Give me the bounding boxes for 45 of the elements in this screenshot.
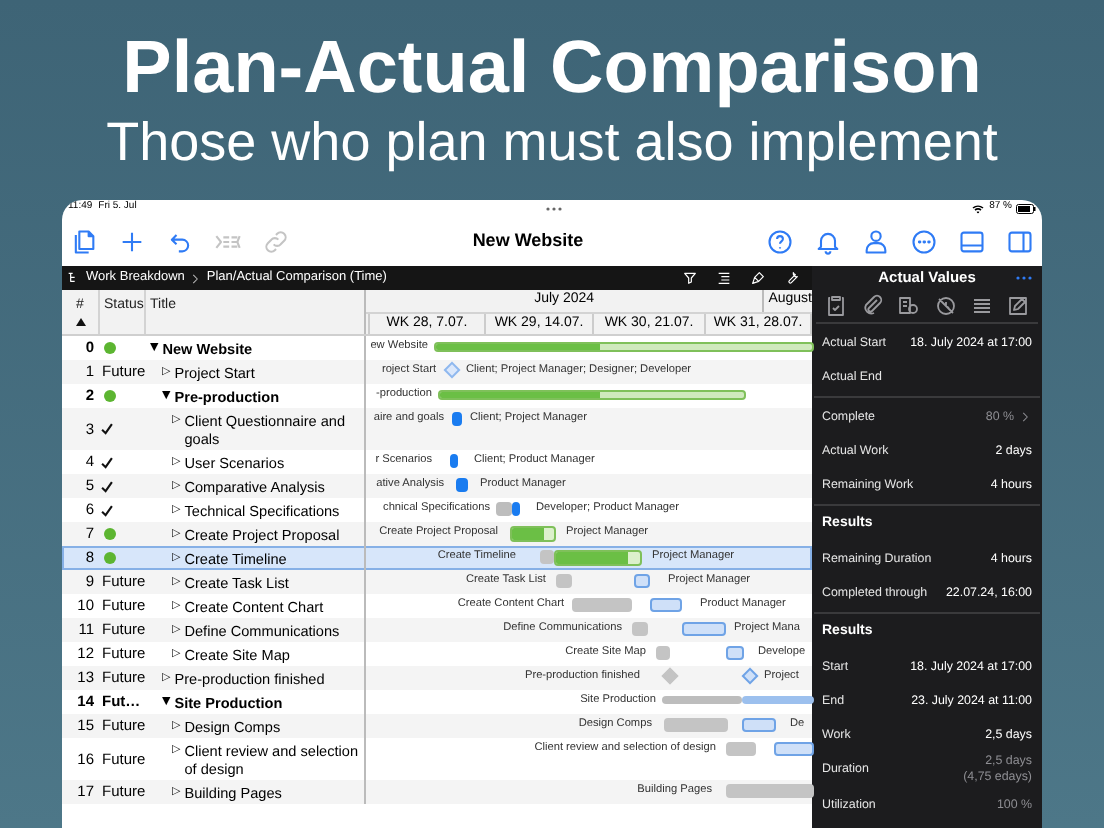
clipboard-check-icon[interactable] [824, 294, 848, 318]
headline-subtitle: Those who plan must also implement [106, 110, 998, 174]
task-bar [572, 598, 632, 612]
task-bar [632, 622, 648, 636]
paperclip-icon[interactable] [860, 294, 885, 318]
task-bar [726, 784, 814, 798]
battery-icon [1016, 203, 1036, 213]
chevron-icon[interactable] [1018, 410, 1032, 424]
sort-ascending-icon[interactable] [75, 317, 85, 325]
task-bar [774, 742, 814, 756]
task-bar [556, 574, 572, 588]
document-title: New Website [472, 227, 584, 254]
side-panel-icon[interactable] [1006, 227, 1034, 255]
filter-icon[interactable] [682, 270, 698, 286]
progress-bar [510, 525, 556, 541]
task-bar [650, 598, 682, 612]
clock-crossed-icon[interactable] [933, 294, 958, 318]
task-bar [656, 646, 670, 660]
brush-icon[interactable] [750, 270, 766, 286]
wrench-icon[interactable] [784, 270, 800, 286]
task-bar [456, 478, 468, 492]
task-bar [634, 574, 650, 588]
task-bar [664, 718, 728, 732]
task-bar [452, 412, 462, 426]
add-icon[interactable] [118, 227, 146, 255]
list-icon[interactable] [969, 294, 994, 318]
progress-bar [554, 549, 642, 565]
chevron-icon[interactable] [188, 271, 203, 285]
list-icon[interactable] [716, 270, 732, 286]
multitasking-dots-icon[interactable] [543, 205, 564, 211]
bell-icon[interactable] [814, 227, 842, 255]
more-icon[interactable] [910, 227, 938, 255]
task-bar [450, 454, 458, 468]
person-icon[interactable] [862, 227, 890, 255]
task-bar [682, 622, 726, 636]
task-bar [726, 742, 756, 756]
bottom-panel-icon[interactable] [958, 227, 986, 255]
task-bar [540, 550, 554, 564]
help-icon[interactable] [766, 227, 794, 255]
task-bar [742, 718, 776, 732]
headline-title: Plan-Actual Comparison [122, 28, 982, 108]
task-bar [726, 646, 744, 660]
notes-icon[interactable] [896, 294, 921, 318]
documents-icon[interactable] [70, 227, 98, 255]
wifi-icon [971, 203, 984, 213]
